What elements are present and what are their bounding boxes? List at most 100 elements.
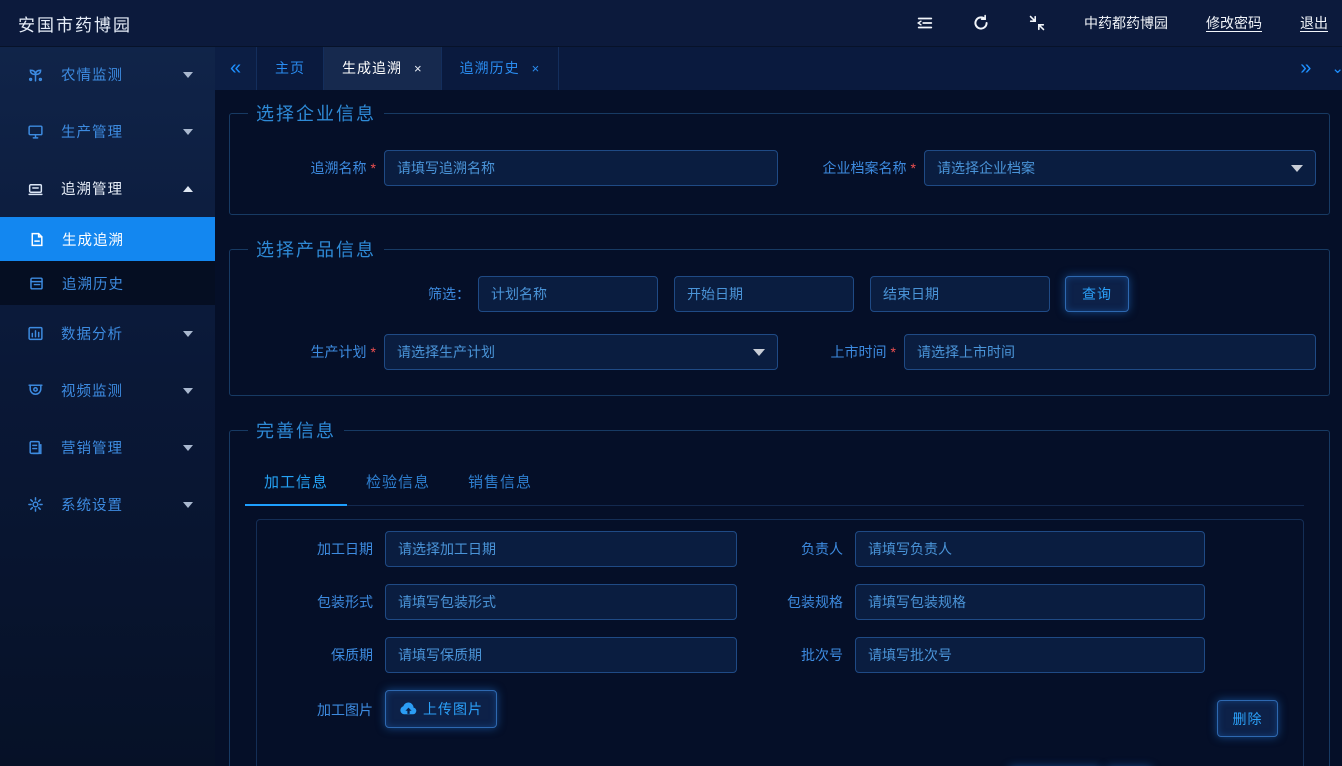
sidebar-item-label: 视频监测	[61, 380, 123, 401]
sidebar-item-trace-management[interactable]: 追溯管理	[0, 160, 215, 217]
shelf-life-input[interactable]	[385, 637, 737, 673]
tabs-menu-chevron-down-icon[interactable]: ⌄	[1331, 59, 1342, 77]
sidebar-item-data-analysis[interactable]: 数据分析	[0, 305, 215, 362]
batch-no-label: 批次号	[771, 645, 843, 665]
sidebar-item-label: 追溯历史	[62, 273, 124, 294]
chevron-down-icon	[183, 502, 193, 508]
package-form-input[interactable]	[385, 584, 737, 620]
chevron-down-icon	[1291, 165, 1303, 172]
package-form-label: 包装形式	[257, 592, 373, 612]
form-row: 包装形式 包装规格	[257, 584, 1303, 620]
exit-fullscreen-icon[interactable]	[1028, 14, 1046, 32]
production-plan-select[interactable]: 请选择生产计划	[384, 334, 778, 370]
tab-sales-info[interactable]: 销售信息	[449, 461, 551, 506]
tabs-scroll-left-icon[interactable]: «	[215, 46, 257, 90]
select-placeholder: 请选择企业档案	[937, 158, 1035, 178]
trace-icon	[27, 180, 44, 197]
section-title: 选择企业信息	[248, 100, 384, 126]
sidebar-item-video-monitor[interactable]: 视频监测	[0, 362, 215, 419]
enterprise-archive-select[interactable]: 请选择企业档案	[924, 150, 1316, 186]
tab-processing-info[interactable]: 加工信息	[245, 461, 347, 506]
delete-image-button[interactable]: 删除	[1217, 700, 1278, 737]
org-name[interactable]: 中药都药博园	[1084, 13, 1168, 33]
section-title: 选择产品信息	[248, 236, 384, 262]
product-form-row: 生产计划* 请选择生产计划 上市时间*	[230, 334, 1329, 370]
batch-no-input[interactable]	[855, 637, 1205, 673]
start-date-filter-input[interactable]	[674, 276, 854, 312]
filter-label: 筛选：	[230, 284, 470, 304]
form-row: 加工日期 负责人	[257, 531, 1303, 567]
sidebar-item-system-settings[interactable]: 系统设置	[0, 476, 215, 533]
sidebar-item-label: 生产管理	[61, 121, 123, 142]
logout-link[interactable]: 退出	[1300, 13, 1328, 33]
enterprise-info-section: 选择企业信息 追溯名称* 企业档案名称* 请选择企业档案	[229, 100, 1330, 215]
tab-trace-history[interactable]: 追溯历史 ×	[442, 46, 560, 90]
package-spec-input[interactable]	[855, 584, 1205, 620]
tabs-scroll-right-icon[interactable]: »	[1300, 57, 1311, 80]
upload-image-button[interactable]: 上传图片	[385, 690, 497, 728]
marketing-icon	[27, 439, 44, 456]
camera-icon	[27, 382, 44, 399]
monitor-icon	[27, 123, 44, 140]
process-image-label: 加工图片	[257, 700, 373, 720]
sidebar-item-label: 追溯管理	[61, 178, 123, 199]
tab-home[interactable]: 主页	[257, 46, 324, 90]
chevron-down-icon	[183, 445, 193, 451]
sidebar-item-marketing[interactable]: 营销管理	[0, 419, 215, 476]
required-mark: *	[371, 160, 376, 176]
collapse-menu-icon[interactable]	[916, 14, 934, 32]
manager-label: 负责人	[771, 539, 843, 559]
form-row: 保质期 批次号	[257, 637, 1303, 673]
manager-input[interactable]	[855, 531, 1205, 567]
sidebar-item-generate-trace[interactable]: 生成追溯	[0, 217, 215, 261]
tab-inspection-info[interactable]: 检验信息	[347, 461, 449, 506]
header-actions: 中药都药博园 修改密码 退出	[916, 13, 1342, 33]
gear-icon	[27, 496, 44, 513]
package-spec-label: 包装规格	[771, 592, 843, 612]
select-placeholder: 请选择生产计划	[397, 342, 495, 362]
required-mark: *	[911, 160, 916, 176]
required-mark: *	[891, 344, 896, 360]
chevron-up-icon	[183, 186, 193, 192]
tab-generate-trace[interactable]: 生成追溯 ×	[324, 46, 442, 90]
app-header: 安国市药博园 中药都药博园 修改密码 退出	[0, 0, 1342, 46]
chart-icon	[27, 325, 44, 342]
query-button[interactable]: 查询	[1065, 276, 1129, 312]
tab-label: 追溯历史	[460, 58, 520, 78]
plan-name-filter-input[interactable]	[478, 276, 658, 312]
tab-bar-controls: » ⌄	[1300, 46, 1342, 90]
chevron-down-icon	[183, 129, 193, 135]
complete-info-tabs: 加工信息 检验信息 销售信息	[245, 461, 1304, 506]
trace-history-icon	[28, 275, 45, 292]
chevron-down-icon	[183, 331, 193, 337]
shelf-life-label: 保质期	[257, 645, 373, 665]
tab-label: 生成追溯	[342, 58, 402, 78]
chevron-down-icon	[183, 72, 193, 78]
tab-label: 主页	[275, 58, 305, 78]
launch-time-label: 上市时间*	[778, 342, 896, 362]
enterprise-form-row: 追溯名称* 企业档案名称* 请选择企业档案	[230, 126, 1329, 214]
upload-image-button-label: 上传图片	[423, 699, 483, 719]
complete-info-section: 完善信息 加工信息 检验信息 销售信息 加工日期 负责人 包装形式 包装规格 保…	[229, 417, 1330, 766]
sidebar-item-label: 农情监测	[61, 64, 123, 85]
trace-name-label: 追溯名称*	[230, 158, 376, 178]
main-content: 选择企业信息 追溯名称* 企业档案名称* 请选择企业档案 选择产品信息 筛选： …	[215, 90, 1342, 766]
process-date-label: 加工日期	[257, 539, 373, 559]
launch-time-input[interactable]	[904, 334, 1316, 370]
end-date-filter-input[interactable]	[870, 276, 1050, 312]
close-icon[interactable]: ×	[532, 61, 541, 76]
product-filter-row: 筛选： 查询	[230, 276, 1329, 312]
sidebar-item-farm-monitor[interactable]: 农情监测	[0, 46, 215, 103]
generate-trace-icon	[28, 231, 45, 248]
app-title: 安国市药博园	[0, 11, 132, 36]
processing-info-panel: 加工日期 负责人 包装形式 包装规格 保质期 批次号 加工图片	[256, 519, 1304, 766]
change-password-link[interactable]: 修改密码	[1206, 13, 1262, 33]
sidebar: 农情监测 生产管理 追溯管理 生成追溯	[0, 46, 215, 766]
close-icon[interactable]: ×	[414, 61, 423, 76]
refresh-icon[interactable]	[972, 14, 990, 32]
sidebar-item-production[interactable]: 生产管理	[0, 103, 215, 160]
trace-name-input[interactable]	[384, 150, 778, 186]
sidebar-item-trace-history[interactable]: 追溯历史	[0, 261, 215, 305]
sidebar-item-label: 系统设置	[61, 494, 123, 515]
process-date-input[interactable]	[385, 531, 737, 567]
